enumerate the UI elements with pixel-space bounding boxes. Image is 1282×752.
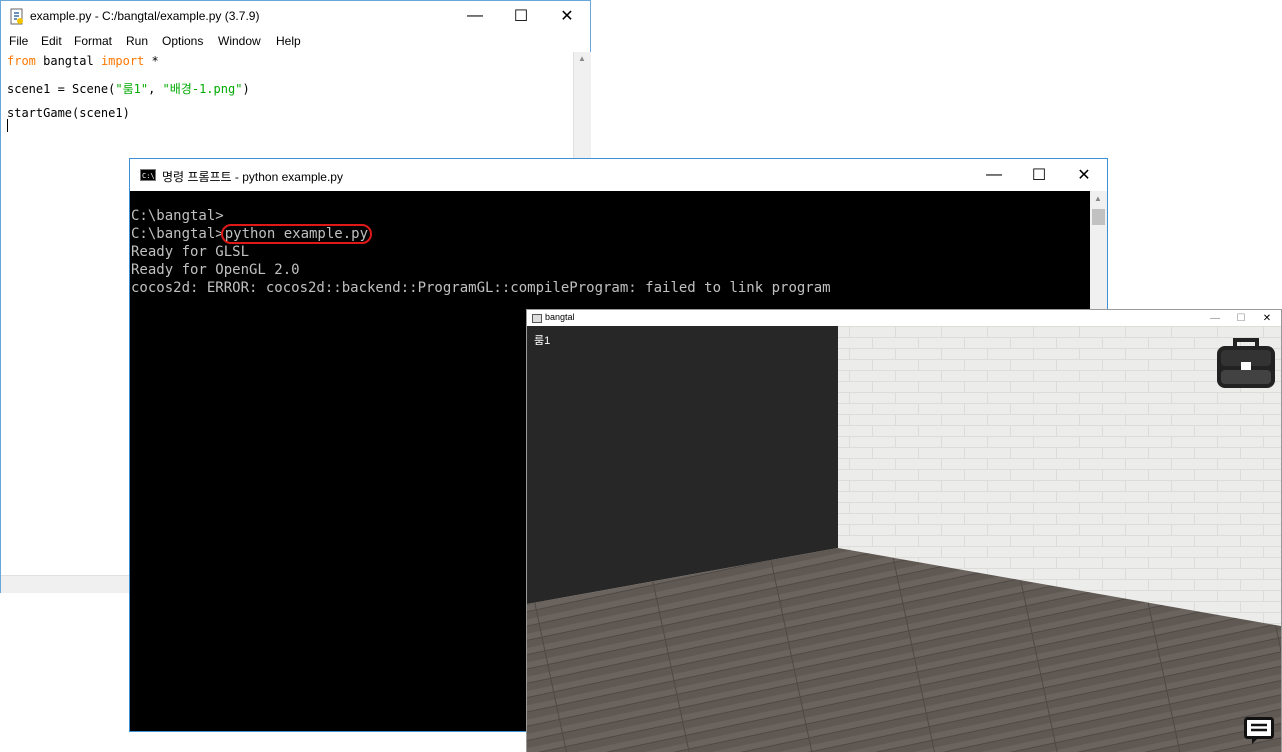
scene-name-label: 룸1 [534,335,551,347]
code-line-2: scene1 = Scene("룸1", "배경-1.png") [7,80,250,97]
string-literal: "배경-1.png" [162,82,243,96]
menu-format[interactable]: Format [74,34,112,48]
code-line-3: startGame(scene1) [7,106,130,120]
console-prompt: C:\bangtal> [131,226,224,242]
text-cursor [7,119,8,132]
minimize-button[interactable]: — [1202,310,1228,326]
highlighted-command: python example.py [220,224,373,244]
code-text: * [144,54,159,68]
menu-window[interactable]: Window [218,34,261,48]
app-icon [532,314,542,323]
menu-edit[interactable]: Edit [41,34,62,48]
scrollbar-thumb[interactable] [1092,209,1105,225]
menu-help[interactable]: Help [276,34,301,48]
minimize-button[interactable]: — [452,1,498,31]
minimize-button[interactable]: — [971,160,1017,190]
console-line: C:\bangtal> [131,208,224,224]
game-scene[interactable]: 룸1 [527,326,1281,752]
console-line: Ready for OpenGL 2.0 [131,262,300,278]
keyword-from: from [7,54,36,68]
code-text: ) [242,82,250,96]
close-button[interactable]: ✕ [544,1,590,31]
code-line-1: from bangtal import * [7,54,159,68]
code-text: , [148,82,163,96]
svg-text:C:\: C:\ [142,172,155,180]
code-text: scene1 = Scene( [7,82,116,96]
idle-window-title: example.py - C:/bangtal/example.py (3.7.… [30,9,260,23]
close-button[interactable]: ✕ [1254,310,1280,326]
idle-titlebar[interactable]: example.py - C:/bangtal/example.py (3.7.… [1,1,590,32]
chat-icon[interactable] [1244,717,1274,748]
scroll-up-arrow-icon[interactable]: ▲ [1094,194,1102,203]
room-background [527,326,1281,752]
scroll-up-arrow-icon[interactable]: ▲ [578,54,586,63]
maximize-button[interactable]: ☐ [498,1,544,31]
bangtal-game-window[interactable]: bangtal — ☐ ✕ 룸1 [526,309,1282,752]
cmd-window-title: 명령 프롬프트 - python example.py [162,170,343,184]
menu-options[interactable]: Options [162,34,203,48]
cmd-icon: C:\ [140,169,156,184]
console-error-line: cocos2d: ERROR: cocos2d::backend::Progra… [131,280,831,296]
briefcase-icon[interactable] [1215,336,1277,395]
game-window-title: bangtal [545,312,575,322]
code-text: bangtal [35,54,101,68]
maximize-button[interactable]: ☐ [1228,310,1254,326]
close-button[interactable]: ✕ [1061,160,1107,190]
keyword-import: import [100,54,145,68]
string-literal: "룸1" [115,82,149,96]
menu-run[interactable]: Run [126,34,148,48]
cmd-titlebar[interactable]: C:\ 명령 프롬프트 - python example.py — ☐ ✕ [130,159,1107,191]
maximize-button[interactable]: ☐ [1016,160,1062,190]
game-titlebar[interactable]: bangtal — ☐ ✕ [527,310,1281,326]
idle-menubar: File Edit Format Run Options Window Help [1,32,590,51]
menu-file[interactable]: File [9,34,28,48]
console-line: Ready for GLSL [131,244,250,260]
console-line: C:\bangtal>python example.py [131,224,373,244]
python-file-icon [10,8,24,28]
